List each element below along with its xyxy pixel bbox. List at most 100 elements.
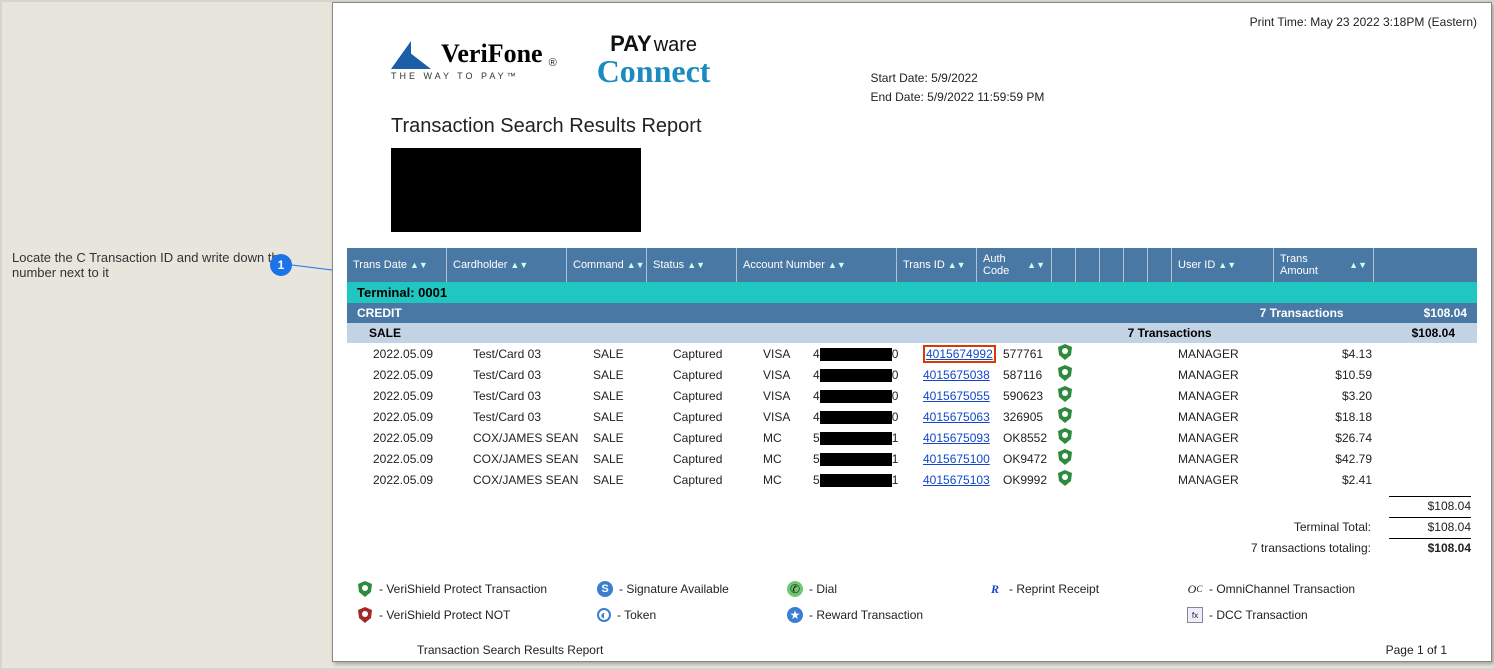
trans-id-link[interactable]: 4015674992 [923, 345, 996, 363]
sort-icon: ▲▼ [627, 262, 645, 268]
cell-scheme: VISA [759, 368, 809, 382]
payware-connect: Connect [597, 53, 711, 90]
sort-icon: ▲▼ [410, 262, 428, 268]
credit-count: 7 Transactions [1260, 306, 1344, 320]
cell-user: MANAGER [1174, 452, 1276, 466]
trans-id-link[interactable]: 4015675063 [923, 410, 990, 424]
cell-trans-id: 4015675055 [919, 389, 999, 403]
sort-icon: ▲▼ [510, 262, 528, 268]
cell-cardholder: Test/Card 03 [469, 389, 589, 403]
report-title: Transaction Search Results Report [391, 115, 1477, 138]
cell-user: MANAGER [1174, 368, 1276, 382]
cell-status: Captured [669, 452, 759, 466]
cell-account: 40 [809, 347, 919, 361]
col-trans-amount[interactable]: Trans Amount▲▼ [1274, 248, 1374, 282]
cell-account: 40 [809, 410, 919, 424]
cell-auth: 577761 [999, 347, 1054, 361]
col-blank3 [1100, 248, 1124, 282]
cell-cardholder: COX/JAMES SEAN [469, 452, 589, 466]
cell-command: SALE [589, 452, 669, 466]
cell-account: 51 [809, 431, 919, 445]
col-auth-code[interactable]: Auth Code▲▼ [977, 248, 1052, 282]
cell-scheme: VISA [759, 389, 809, 403]
col-cardholder[interactable]: Cardholder▲▼ [447, 248, 567, 282]
cell-date: 2022.05.09 [369, 431, 469, 445]
redacted-account [820, 411, 892, 424]
cell-auth: OK9992 [999, 473, 1054, 487]
cell-user: MANAGER [1174, 431, 1276, 445]
shield-icon [1058, 428, 1072, 444]
cell-trans-id: 4015675100 [919, 452, 999, 466]
col-account[interactable]: Account Number▲▼ [737, 248, 897, 282]
grand-total-label: 7 transactions totaling: [1251, 541, 1371, 555]
cell-date: 2022.05.09 [369, 410, 469, 424]
annotation-marker: 1 [270, 254, 292, 276]
trans-id-link[interactable]: 4015675038 [923, 368, 990, 382]
cell-shield [1054, 407, 1078, 426]
sale-label: SALE [369, 326, 401, 340]
col-blank1 [1052, 248, 1076, 282]
cell-shield [1054, 365, 1078, 384]
col-trans-date[interactable]: Trans Date▲▼ [347, 248, 447, 282]
cell-status: Captured [669, 347, 759, 361]
dial-icon: ✆ [787, 581, 803, 597]
sort-icon: ▲▼ [1027, 262, 1045, 268]
cell-trans-id: 4015674992 [919, 347, 999, 361]
trans-id-link[interactable]: 4015675055 [923, 389, 990, 403]
col-command[interactable]: Command▲▼ [567, 248, 647, 282]
cell-command: SALE [589, 389, 669, 403]
cell-amount: $3.20 [1276, 389, 1376, 403]
col-blank4 [1124, 248, 1148, 282]
cell-cardholder: COX/JAMES SEAN [469, 473, 589, 487]
table-row: 2022.05.09Test/Card 03SALECapturedVISA40… [347, 343, 1477, 364]
cell-shield [1054, 428, 1078, 447]
verifone-wordmark: VeriFone [441, 39, 543, 69]
cell-command: SALE [589, 347, 669, 361]
table-row: 2022.05.09COX/JAMES SEANSALECapturedMC51… [347, 448, 1477, 469]
redacted-merchant-block [391, 148, 641, 232]
legend-vsp-not: - VeriShield Protect NOT [357, 607, 597, 623]
sale-amount: $108.04 [1412, 326, 1455, 340]
credit-amount: $108.04 [1424, 306, 1467, 320]
cell-auth: 587116 [999, 368, 1054, 382]
cell-command: SALE [589, 473, 669, 487]
legend-spacer [987, 607, 1187, 623]
cell-account: 40 [809, 389, 919, 403]
cell-command: SALE [589, 410, 669, 424]
cell-shield [1054, 386, 1078, 405]
col-blank5 [1148, 248, 1172, 282]
cell-account: 40 [809, 368, 919, 382]
col-status[interactable]: Status▲▼ [647, 248, 737, 282]
sort-icon: ▲▼ [687, 262, 705, 268]
shield-green-icon [357, 581, 373, 597]
legend-reprint: R - Reprint Receipt [987, 581, 1187, 597]
col-user-id[interactable]: User ID▲▼ [1172, 248, 1274, 282]
cell-cardholder: COX/JAMES SEAN [469, 431, 589, 445]
print-time: Print Time: May 23 2022 3:18PM (Eastern) [347, 15, 1477, 29]
cell-command: SALE [589, 368, 669, 382]
cell-amount: $18.18 [1276, 410, 1376, 424]
cell-amount: $2.41 [1276, 473, 1376, 487]
cell-shield [1054, 344, 1078, 363]
s-badge-icon: S [597, 581, 613, 597]
trans-id-link[interactable]: 4015675093 [923, 431, 990, 445]
col-trans-id[interactable]: Trans ID▲▼ [897, 248, 977, 282]
trans-id-link[interactable]: 4015675103 [923, 473, 990, 487]
cell-status: Captured [669, 431, 759, 445]
cell-shield [1054, 470, 1078, 489]
table-row: 2022.05.09Test/Card 03SALECapturedVISA40… [347, 385, 1477, 406]
cell-trans-id: 4015675093 [919, 431, 999, 445]
table-row: 2022.05.09Test/Card 03SALECapturedVISA40… [347, 364, 1477, 385]
trans-id-link[interactable]: 4015675100 [923, 452, 990, 466]
star-icon: ★ [787, 607, 803, 623]
redacted-account [820, 453, 892, 466]
start-date: Start Date: 5/9/2022 [870, 69, 1044, 88]
cell-date: 2022.05.09 [369, 473, 469, 487]
report-page: Print Time: May 23 2022 3:18PM (Eastern)… [332, 2, 1492, 662]
sort-icon: ▲▼ [1218, 262, 1236, 268]
cell-amount: $4.13 [1276, 347, 1376, 361]
redacted-account [820, 369, 892, 382]
cell-user: MANAGER [1174, 410, 1276, 424]
dcc-icon: fx [1187, 607, 1203, 623]
cell-date: 2022.05.09 [369, 452, 469, 466]
